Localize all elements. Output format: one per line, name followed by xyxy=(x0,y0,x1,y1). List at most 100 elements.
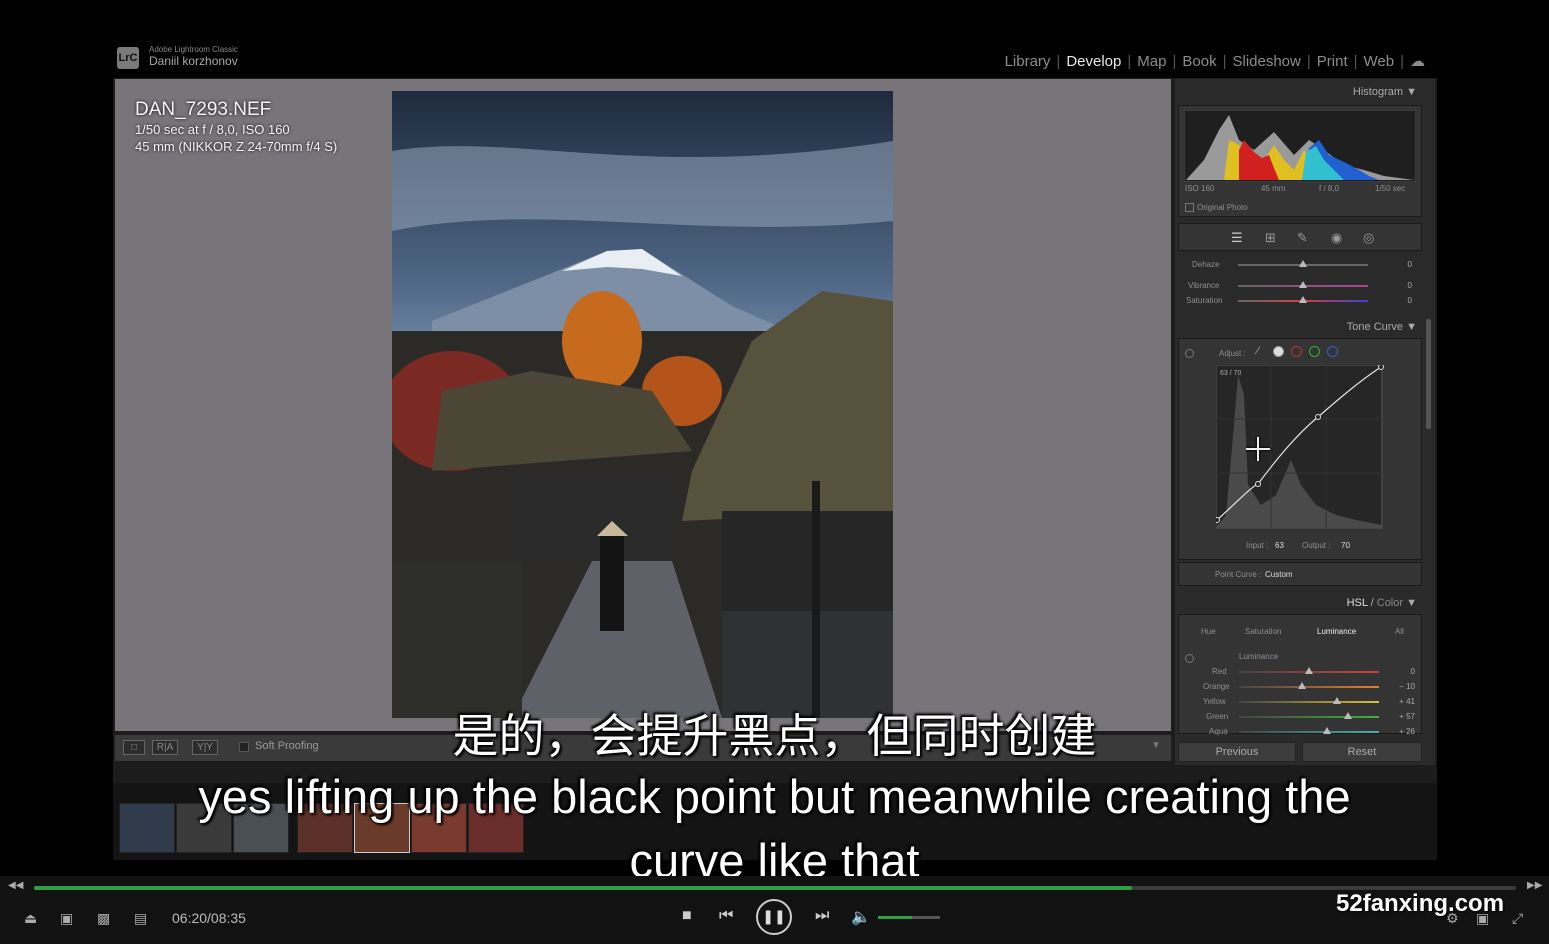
hsl-red-label: Red xyxy=(1212,667,1227,676)
progress-bar[interactable] xyxy=(34,886,1516,890)
screenshot-icon[interactable]: ▩ xyxy=(97,910,110,927)
rgb-channel-icon[interactable] xyxy=(1273,346,1284,357)
histogram-iso: ISO 160 xyxy=(1185,184,1215,193)
rewind-icon[interactable]: ◀◀ xyxy=(8,880,23,891)
module-print[interactable]: Print xyxy=(1317,53,1348,70)
volume-icon[interactable]: 🔈 xyxy=(851,907,871,927)
original-photo-label: Original Photo xyxy=(1197,203,1248,212)
volume-slider[interactable] xyxy=(878,916,940,919)
curve-point-shadow xyxy=(1255,481,1261,487)
curve-point-highlight xyxy=(1315,414,1321,420)
histogram-focal: 45 mm xyxy=(1261,184,1286,193)
hsl-header[interactable]: HSL / Color ▼ xyxy=(1175,592,1423,614)
playlist-icon[interactable]: ▣ xyxy=(60,910,73,927)
video-player-bar: ◀◀ ▶▶ ⏏ ▣ ▩ ▤ 06:20/08:35 ■ ⏮ ❚❚ ⏭ 🔈 ⚙ ▣… xyxy=(0,876,1549,944)
cast-icon[interactable]: ▤ xyxy=(134,910,147,927)
hsl-orange-slider[interactable] xyxy=(1239,686,1379,688)
masking-icon[interactable]: ◎ xyxy=(1363,230,1374,246)
photo-filename: DAN_7293.NEF xyxy=(135,99,272,120)
hsl-red-value[interactable]: 0 xyxy=(1385,667,1415,676)
point-curve-select[interactable]: Custom xyxy=(1265,570,1293,579)
edit-sliders-icon[interactable]: ☰ xyxy=(1231,230,1243,246)
develop-canvas[interactable]: DAN_7293.NEF 1/50 sec at f / 8,0, ISO 16… xyxy=(115,79,1171,731)
output-label: Output : xyxy=(1302,541,1331,550)
curve-point-white xyxy=(1378,365,1384,370)
tool-strip: ☰ ⊞ ✎ ◉ ◎ xyxy=(1178,223,1422,251)
hsl-tab-luminance[interactable]: Luminance xyxy=(1317,627,1356,636)
stop-icon[interactable]: ■ xyxy=(682,907,692,925)
input-label: Input : xyxy=(1246,541,1269,550)
module-web[interactable]: Web xyxy=(1364,53,1395,70)
input-value: 63 xyxy=(1275,541,1284,550)
fullscreen-icon[interactable]: ⤢ xyxy=(1512,910,1523,927)
blue-channel-icon[interactable] xyxy=(1327,346,1338,357)
histogram-shutter: 1/50 sec xyxy=(1375,184,1406,193)
red-eye-icon[interactable]: ◉ xyxy=(1331,230,1342,246)
module-book[interactable]: Book xyxy=(1182,53,1216,70)
next-track-icon[interactable]: ⏭ xyxy=(815,907,829,925)
histogram-aperture: f / 8,0 xyxy=(1319,184,1340,193)
original-photo-checkbox[interactable] xyxy=(1185,203,1194,212)
vibrance-value[interactable]: 0 xyxy=(1382,281,1412,290)
healing-brush-icon[interactable]: ✎ xyxy=(1297,230,1308,246)
module-picker: Library | Develop | Map | Book | Slideshow | Print… xyxy=(1004,53,1425,70)
photo-info-overlay: DAN_7293.NEF 1/50 sec at f / 8,0, ISO 16… xyxy=(135,99,337,155)
module-library[interactable]: Library xyxy=(1005,53,1051,70)
vibrance-knob[interactable] xyxy=(1299,281,1307,288)
photo-exposure: 1/50 sec at f / 8,0, ISO 160 xyxy=(135,122,290,137)
saturation-label: Saturation xyxy=(1186,296,1223,305)
photo-preview[interactable] xyxy=(392,91,893,718)
parametric-curve-icon[interactable]: ∕ xyxy=(1257,345,1259,357)
hsl-target-icon[interactable] xyxy=(1185,654,1194,663)
hsl-tab-saturation[interactable]: Saturation xyxy=(1245,627,1281,636)
tone-curve-target-icon[interactable] xyxy=(1185,349,1194,358)
point-curve-row: Point Curve : Custom xyxy=(1178,562,1422,586)
subtitle-english: yes lifting up the black point but meanw… xyxy=(0,765,1549,893)
pause-button[interactable]: ❚❚ xyxy=(756,899,792,935)
cloud-icon[interactable]: ☁ xyxy=(1410,53,1425,70)
hsl-red-knob[interactable] xyxy=(1305,667,1313,674)
hsl-tab-all[interactable]: All xyxy=(1395,627,1404,636)
curve-point-black xyxy=(1216,517,1220,523)
previous-track-icon[interactable]: ⏮ xyxy=(719,907,733,925)
app-name: Adobe Lightroom Classic xyxy=(149,45,238,54)
photo-image xyxy=(392,91,893,718)
basic-sliders: Dehaze 0 Vibrance 0 Saturation 0 xyxy=(1178,257,1422,311)
hsl-tab-hue[interactable]: Hue xyxy=(1201,627,1216,636)
histogram-graph[interactable] xyxy=(1184,110,1416,182)
saturation-value[interactable]: 0 xyxy=(1382,296,1412,305)
dehaze-knob[interactable] xyxy=(1299,260,1307,267)
user-name: Daniil korzhonov xyxy=(149,54,238,68)
playback-time: 06:20/08:35 xyxy=(172,910,246,926)
tone-curve-graph[interactable]: 63 / 70 xyxy=(1216,365,1384,530)
hsl-section-label: Luminance xyxy=(1239,652,1279,661)
right-panel: Histogram ▼ ISO 160 45 mm f / 8,0 1/50 s… xyxy=(1175,79,1435,765)
vibrance-label: Vibrance xyxy=(1188,281,1220,290)
right-panel-scrollbar[interactable] xyxy=(1426,319,1431,429)
module-slideshow[interactable]: Slideshow xyxy=(1232,53,1300,70)
adjust-label: Adjust : xyxy=(1219,349,1246,358)
histogram-header[interactable]: Histogram ▼ xyxy=(1175,81,1423,103)
fast-forward-icon[interactable]: ▶▶ xyxy=(1527,880,1542,891)
hsl-orange-knob[interactable] xyxy=(1298,682,1306,689)
watermark: 52fanxing.com xyxy=(1336,890,1505,917)
green-channel-icon[interactable] xyxy=(1309,346,1320,357)
histogram-panel: ISO 160 45 mm f / 8,0 1/50 sec Original … xyxy=(1178,105,1422,217)
tone-curve-panel: Adjust : ∕ 63 / 70 Input: 63 Output: 7… xyxy=(1178,338,1422,560)
module-develop[interactable]: Develop xyxy=(1066,53,1121,70)
point-curve-label: Point Curve : xyxy=(1215,570,1262,579)
eject-icon[interactable]: ⏏ xyxy=(24,910,37,927)
progress-fill xyxy=(34,886,1133,890)
red-channel-icon[interactable] xyxy=(1291,346,1302,357)
dehaze-label: Dehaze xyxy=(1192,260,1220,269)
crop-icon[interactable]: ⊞ xyxy=(1265,230,1276,246)
dehaze-value[interactable]: 0 xyxy=(1382,260,1412,269)
photo-lens: 45 mm (NIKKOR Z 24-70mm f/4 S) xyxy=(135,139,338,154)
saturation-knob[interactable] xyxy=(1299,296,1307,303)
tone-curve-header[interactable]: Tone Curve ▼ xyxy=(1175,316,1423,338)
module-map[interactable]: Map xyxy=(1137,53,1166,70)
curve-readout: 63 / 70 xyxy=(1220,370,1242,377)
hsl-orange-value[interactable]: − 10 xyxy=(1385,682,1415,691)
volume-fill xyxy=(878,916,913,919)
lightroom-top-bar: LrC Adobe Lightroom Classic Daniil korzh… xyxy=(113,38,1437,78)
